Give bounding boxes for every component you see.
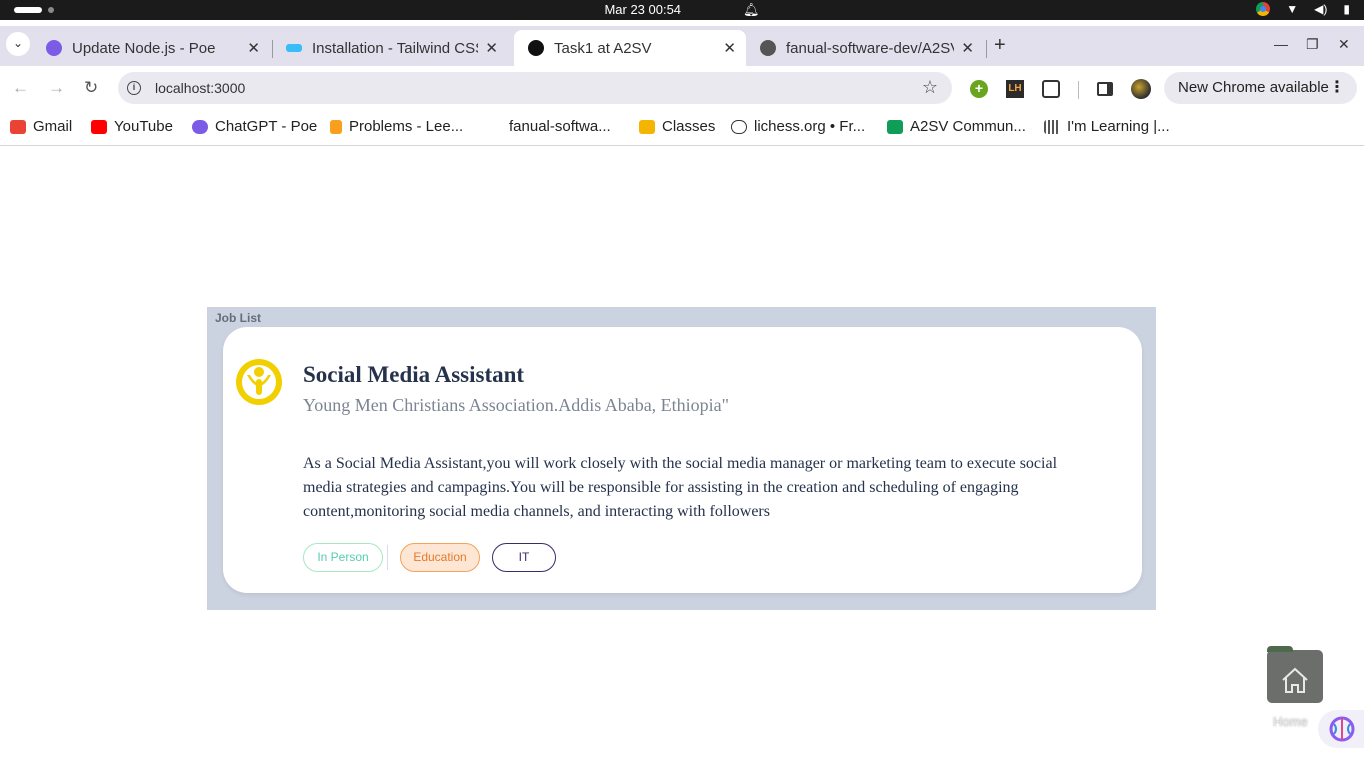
- nextjs-icon: [528, 40, 544, 56]
- close-tab-icon[interactable]: ✕: [485, 39, 498, 57]
- sheets-icon: [887, 119, 903, 134]
- bookmark-label: A2SV Commun...: [910, 118, 1026, 135]
- extension-lh-icon[interactable]: LH: [1006, 80, 1024, 98]
- extension-green-plus-icon[interactable]: +: [970, 80, 988, 98]
- more-menu-icon[interactable]: ⋮: [1329, 77, 1345, 97]
- tab-installation-tailwind[interactable]: Installation - Tailwind CSS ✕: [272, 30, 508, 66]
- update-chrome-button[interactable]: New Chrome available ⋮: [1164, 72, 1357, 104]
- battery-icon: ▮: [1343, 2, 1350, 16]
- tag-divider: [387, 545, 388, 570]
- bookmark-gmail[interactable]: Gmail: [10, 118, 72, 135]
- leetcode-icon: [330, 119, 342, 134]
- tab-search-chevron-icon[interactable]: ⌄: [6, 32, 30, 56]
- side-panel-icon[interactable]: [1097, 82, 1113, 96]
- github-icon: [760, 40, 776, 56]
- bookmark-chatgpt-poe[interactable]: ChatGPT - Poe: [192, 118, 317, 135]
- tab-title: Installation - Tailwind CSS: [312, 39, 478, 57]
- tab-update-nodejs[interactable]: Update Node.js - Poe ✕: [32, 30, 270, 66]
- bookmark-lichess[interactable]: lichess.org • Fr...: [731, 118, 865, 135]
- close-tab-icon[interactable]: ✕: [723, 39, 736, 57]
- poe-icon: [192, 119, 208, 134]
- bookmark-label: Problems - Lee...: [349, 118, 464, 135]
- tab-title: Update Node.js - Poe: [72, 39, 216, 57]
- desktop-home-folder-icon[interactable]: [1267, 646, 1323, 703]
- restore-icon[interactable]: ❐: [1306, 36, 1319, 53]
- bookmarks-bar: Gmail YouTube ChatGPT - Poe Problems - L…: [0, 112, 1364, 146]
- bookmark-star-icon[interactable]: ☆: [922, 77, 938, 98]
- learning-icon: [1044, 119, 1060, 134]
- house-icon: [1282, 667, 1308, 693]
- close-tab-icon[interactable]: ✕: [961, 39, 974, 57]
- poe-icon: [46, 40, 62, 56]
- address-bar[interactable]: i localhost:3000 ☆: [118, 72, 952, 104]
- forward-arrow-icon[interactable]: →: [48, 78, 65, 98]
- bookmark-github[interactable]: fanual-softwa...: [486, 118, 611, 135]
- chrome-tray-icon: [1256, 2, 1271, 16]
- clock-text: Mar 23 00:54: [604, 2, 682, 17]
- gmail-icon: [10, 119, 26, 134]
- tab-github-repo[interactable]: fanual-software-dev/A2SV ✕: [746, 30, 984, 66]
- os-clock[interactable]: Mar 23 00:54 🔔︎: [0, 2, 1364, 18]
- volume-icon: ◀): [1314, 2, 1328, 16]
- close-tab-icon[interactable]: ✕: [247, 39, 260, 57]
- tab-title: Task1 at A2SV: [554, 39, 652, 57]
- bookmark-label: Classes: [662, 118, 716, 135]
- tab-title: fanual-software-dev/A2SV: [786, 39, 954, 57]
- notification-bell-icon: 🔔︎: [743, 2, 760, 17]
- job-description: As a Social Media Assistant,you will wor…: [303, 455, 1058, 520]
- job-list-section: Job List Social Media Assistant Young Me…: [207, 307, 1156, 610]
- lichess-icon: [731, 119, 747, 134]
- wifi-icon: ▼: [1286, 2, 1299, 16]
- new-tab-plus-icon[interactable]: +: [994, 34, 1006, 57]
- extensions-puzzle-icon[interactable]: [1042, 80, 1060, 98]
- bookmark-a2sv-community[interactable]: A2SV Commun...: [887, 118, 1026, 135]
- tailwind-icon: [286, 44, 302, 52]
- job-list-heading: Job List: [215, 311, 262, 325]
- os-top-bar: Mar 23 00:54 🔔︎ ▼ ◀) ▮: [0, 0, 1364, 20]
- system-status-area[interactable]: ▼ ◀) ▮: [1256, 2, 1350, 16]
- bookmark-label: fanual-softwa...: [509, 118, 611, 135]
- toolbar-divider: [1078, 81, 1079, 99]
- page-viewport: Job List Social Media Assistant Young Me…: [0, 147, 1364, 762]
- github-icon: [486, 119, 502, 134]
- bookmark-label: Gmail: [33, 118, 73, 135]
- minimize-icon[interactable]: —: [1274, 36, 1288, 52]
- job-title[interactable]: Social Media Assistant: [303, 362, 524, 388]
- bookmark-label: lichess.org • Fr...: [754, 118, 866, 135]
- tag-education[interactable]: Education: [400, 543, 480, 572]
- tab-task1-a2sv[interactable]: Task1 at A2SV ✕: [514, 30, 746, 66]
- job-card[interactable]: Social Media Assistant Young Men Christi…: [223, 327, 1142, 593]
- site-info-icon[interactable]: i: [127, 81, 141, 95]
- bookmark-label: I'm Learning |...: [1067, 118, 1170, 135]
- tab-divider: [986, 40, 987, 58]
- brain-app-icon[interactable]: [1318, 710, 1364, 748]
- browser-toolbar: ← → ↻ i localhost:3000 ☆ + LH New Chrome…: [0, 66, 1364, 112]
- bookmark-label: ChatGPT - Poe: [215, 118, 318, 135]
- bookmark-label: YouTube: [114, 118, 173, 135]
- tag-it[interactable]: IT: [492, 543, 556, 572]
- profile-avatar[interactable]: [1131, 79, 1151, 99]
- job-company-location: Young Men Christians Association.Addis A…: [303, 395, 730, 415]
- bookmark-youtube[interactable]: YouTube: [91, 118, 173, 135]
- folder-tab: [1267, 646, 1293, 652]
- url-text[interactable]: localhost:3000: [155, 80, 245, 96]
- tab-strip: ⌄ Update Node.js - Poe ✕ Installation - …: [0, 26, 1364, 66]
- bookmark-im-learning[interactable]: I'm Learning |...: [1044, 118, 1170, 135]
- youtube-icon: [91, 119, 107, 134]
- back-arrow-icon[interactable]: ←: [12, 78, 29, 98]
- reload-icon[interactable]: ↻: [84, 78, 98, 98]
- close-window-icon[interactable]: ✕: [1338, 36, 1350, 53]
- bookmark-leetcode[interactable]: Problems - Lee...: [330, 118, 463, 135]
- update-label: New Chrome available: [1178, 79, 1329, 96]
- bookmark-classes[interactable]: Classes: [639, 118, 715, 135]
- tag-in-person[interactable]: In Person: [303, 543, 383, 572]
- ymca-logo-icon: [235, 357, 283, 407]
- classroom-icon: [639, 119, 655, 134]
- home-folder-label: Home: [1273, 714, 1308, 729]
